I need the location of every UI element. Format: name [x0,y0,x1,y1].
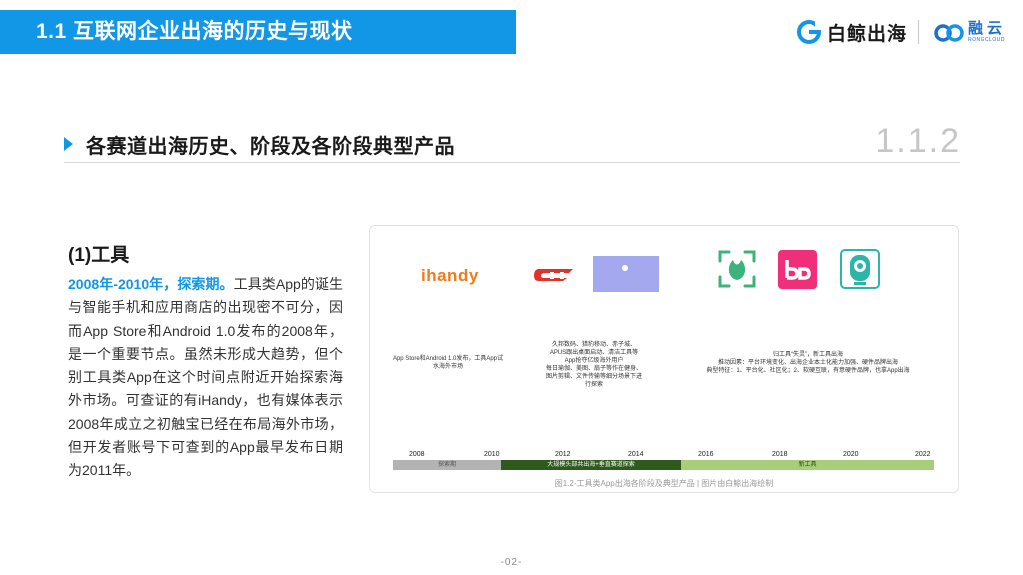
plant-scan-icon [718,250,756,288]
year-label: 2014 [628,451,644,458]
section-divider [64,162,960,163]
stage2-line: 图片剪辑、文件传输等细分场景下进 [545,374,642,380]
baijing-logo-icon [797,20,821,44]
baijing-name: 白鲸出海 [827,23,908,45]
rongcloud-brand: 融云 RONGCLOUD [934,18,1006,46]
stage2-line: App抢夺亿级海外用户 [564,358,624,364]
stage2-line: APUS跟出桌面启动、清洁工具等 [549,350,639,356]
stage2-note: 久邦数码、猎豹移动、赤子城、 APUS跟出桌面启动、清洁工具等 App抢夺亿级海… [530,341,658,389]
year-label: 2012 [555,451,571,458]
brand-divider [918,20,919,44]
stage2-line: 久邦数码、猎豹移动、赤子城、 [551,342,636,348]
camera-app-icon [840,249,880,289]
stage3-note: 归工具“失灵”，新工具出海 推动因素：平台环境变化、出海企业本土化能力加强、硬件… [691,351,925,375]
year-label: 2018 [772,451,788,458]
stage3-line: 典型特征：1、平台化、社区化；2、软硬互联，有意硬件品牌，也拿App出海 [706,368,910,374]
bb-app-icon [778,250,817,289]
section-title: 各赛道出海历史、阶段及各阶段典型产品 [86,136,455,158]
header-bar: 1.1 互联网企业出海的历史与现状 [0,10,516,54]
rongcloud-name: 融云 [968,20,1007,37]
stage3-line: 归工具“失灵”，新工具出海 [773,352,843,358]
year-label: 2022 [915,451,931,458]
rongcloud-sub: RONGCLOUD [968,37,1006,43]
body-text: 工具类App的诞生与智能手机和应用商店的出现密不可分，因而App Store和A… [68,276,344,479]
year-label: 2010 [484,451,500,458]
bb-glyph-icon [785,260,811,280]
ihandy-logo: ihandy [421,266,479,285]
cm-logo-icon [534,269,573,281]
stage2-line: 每日瑜伽、美图、扇子等作在健身、 [545,366,642,372]
body-highlight: 2008年-2010年，探索期。 [68,276,234,292]
stage2-line: 行探索 [584,382,603,388]
figure-caption: 图1.2-工具类App出海各阶段及典型产品 | 图片由白鲸出海绘制 [554,479,774,488]
year-label: 2016 [698,451,714,458]
stage1-note: App Store和Android 1.0发布，工具App试水海外市场 [392,356,504,370]
page-number: -02- [500,557,523,568]
baijing-brand: 白鲸出海 [797,18,907,46]
product-thumbnail [593,256,659,292]
year-label: 2020 [843,451,859,458]
stage-band-new: 新工具 [681,460,934,470]
stage-band-explore: 探索期 [393,460,501,470]
subheading: (1)工具 [68,245,130,266]
thumbnail-dot [622,265,628,271]
section-number: 1.1.2 [875,122,961,160]
rongcloud-logo-icon [934,24,964,42]
stage-band-scale: 大规模头部共出海+垂直赛道探索 [501,460,681,470]
stage3-line: 推动因素：平台环境变化、出海企业本土化能力加强、硬件品牌出海 [717,360,898,366]
body-paragraph: 2008年-2010年，探索期。工具类App的诞生与智能手机和应用商店的出现密不… [68,273,343,483]
header-title: 1.1 互联网企业出海的历史与现状 [36,20,353,43]
section-arrow-icon [64,137,73,151]
year-label: 2008 [409,451,425,458]
